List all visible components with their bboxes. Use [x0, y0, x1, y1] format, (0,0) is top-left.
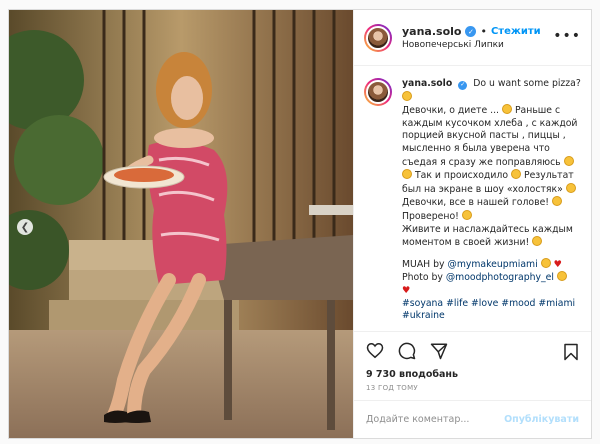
smile-emoji-icon: [540, 257, 551, 268]
smile-emoji-icon: [402, 90, 412, 101]
smile-emoji-icon: [461, 209, 472, 220]
caption-line: моментом в своей жизни!: [402, 237, 530, 249]
separator-dot: •: [480, 25, 487, 38]
credit-text: MUAH by: [402, 258, 445, 270]
heart-emoji-icon: ♥: [553, 258, 562, 270]
caption-avatar[interactable]: [364, 78, 392, 106]
hashtag-link[interactable]: #soyana: [402, 298, 443, 309]
post-image: [9, 10, 353, 438]
avatar[interactable]: [364, 23, 392, 52]
post-photo[interactable]: ❮: [9, 10, 353, 438]
surprised-emoji-icon: [511, 169, 521, 180]
caption-line: был на экране в шоу «холостяк»: [402, 183, 563, 195]
username-link[interactable]: yana.solo: [402, 25, 461, 38]
verified-badge-icon: ✓: [465, 26, 477, 37]
verified-badge-icon: ✓: [458, 80, 468, 90]
smile-emoji-icon: [563, 155, 574, 166]
bookmark-icon[interactable]: [563, 343, 579, 361]
hashtag-link[interactable]: #mood: [501, 298, 535, 309]
share-icon[interactable]: [430, 342, 448, 360]
caption-line: мысленно я была уверена что: [402, 142, 550, 154]
publish-button[interactable]: Опублікувати: [504, 414, 579, 425]
caption-line: Проверено!: [402, 210, 459, 222]
caption-line: Живите и наслаждайтесь каждым: [402, 223, 573, 235]
hashtag-link[interactable]: #miami: [538, 298, 575, 309]
action-bar: [354, 331, 591, 369]
post-frame: ❮ yana.solo ✓ • Стежити Новопечерські Ли…: [8, 9, 592, 439]
caption-text: yana.solo ✓ Do u want some pizza? Девочки…: [402, 78, 581, 331]
more-options-icon[interactable]: •••: [553, 28, 581, 44]
grin-emoji-icon: [402, 169, 412, 180]
grin-emoji-icon: [565, 182, 576, 193]
mention-link[interactable]: @mymakeupmiami: [448, 259, 538, 270]
caption-username[interactable]: yana.solo: [402, 78, 452, 89]
smile-emoji-icon: [532, 236, 543, 247]
heart-icon[interactable]: [366, 342, 384, 359]
hashtag-link[interactable]: #love: [471, 298, 498, 309]
thumbs-up-emoji-icon: [552, 196, 563, 207]
smile-emoji-icon: [556, 271, 567, 282]
comment-icon[interactable]: [398, 342, 416, 360]
chevron-left-icon[interactable]: ❮: [17, 219, 33, 235]
hashtag-link[interactable]: #ukraine: [402, 310, 445, 321]
caption-line: Раньше с: [514, 105, 561, 117]
hashtag-link[interactable]: #life: [446, 298, 468, 309]
post-timestamp[interactable]: 13 ГОД ТОМУ: [354, 380, 591, 400]
caption-area: yana.solo ✓ Do u want some pizza? Девочки…: [354, 66, 591, 331]
heart-emoji-icon: ♥: [402, 284, 411, 296]
mention-link[interactable]: @moodphotography_el: [446, 272, 554, 283]
caption-line: Результат: [523, 170, 574, 182]
location-link[interactable]: Новопечерські Липки: [402, 40, 541, 50]
caption-line: Девочки, все в нашей голове!: [402, 197, 550, 209]
caption-line: порцией вкусной пасты , пиццы ,: [402, 130, 566, 142]
caption-line: Девочки, о диете ...: [402, 105, 499, 117]
smile-emoji-icon: [501, 104, 512, 115]
post-sidebar: yana.solo ✓ • Стежити Новопечерські Липк…: [353, 10, 591, 438]
caption-first-line: Do u want some pizza?: [473, 78, 581, 89]
comment-bar: Додайте коментар... Опублікувати: [354, 400, 591, 438]
caption-line: Так и происходило: [414, 170, 509, 182]
caption-line: съедая я сразу же поправляюсь: [402, 156, 561, 168]
post-header: yana.solo ✓ • Стежити Новопечерські Липк…: [354, 10, 591, 66]
comment-input[interactable]: Додайте коментар...: [366, 414, 469, 425]
credit-text: Photo by: [402, 272, 443, 284]
likes-count[interactable]: 9 730 вподобань: [354, 369, 591, 380]
caption-line: каждым кусочком хлеба , с каждой: [402, 117, 578, 129]
follow-button[interactable]: Стежити: [491, 26, 541, 37]
